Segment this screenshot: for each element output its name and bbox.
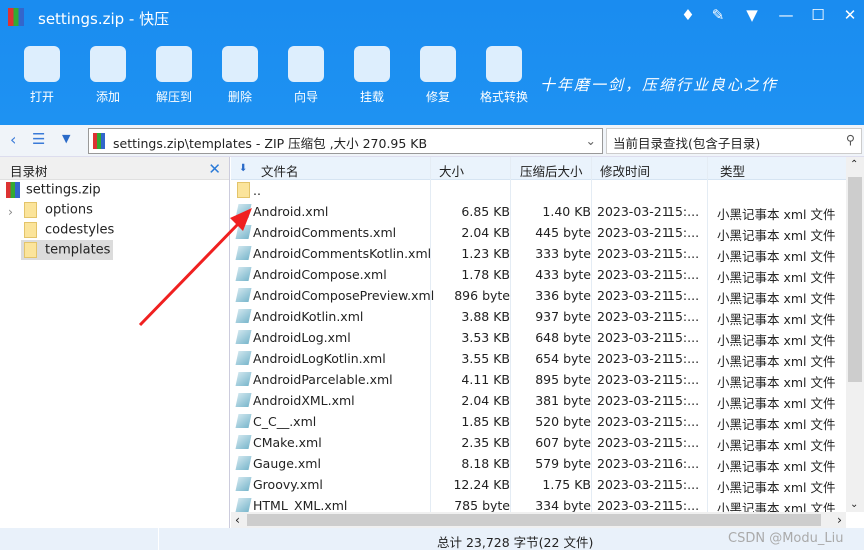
annotation-arrow <box>138 208 252 327</box>
